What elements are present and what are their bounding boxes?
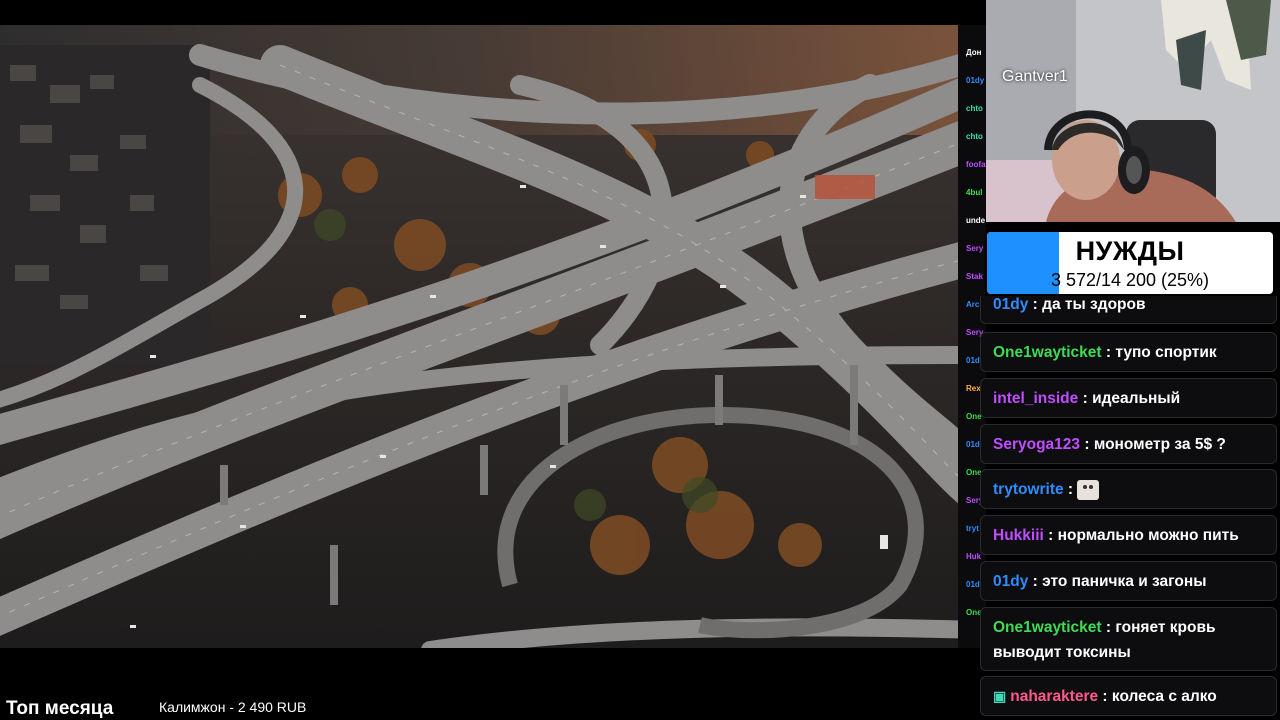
- underlay-chat-line: unde: [966, 216, 986, 225]
- chat-username: 01dy: [993, 573, 1029, 590]
- goal-progress-text: 3 572/14 200 (25%): [1050, 270, 1210, 290]
- donation-goal-widget: НУЖДЫ 3 572/14 200 (25%): [985, 230, 1275, 296]
- chat-text: нормально можно пить: [1057, 527, 1239, 544]
- underlay-chat-line: 01dy: [966, 76, 985, 85]
- chat-message: One1wayticket : гоняет кровь выводит ток…: [980, 607, 1277, 671]
- chat-text: гоняет кровь: [1115, 619, 1216, 636]
- chat-message: intel_inside : идеальный: [980, 378, 1277, 418]
- chat-text: колеса с алко: [1111, 688, 1217, 705]
- underlay-chat-line: 4bul: [966, 188, 983, 197]
- underlay-chat-line: chto: [966, 104, 983, 113]
- chat-overlay: 01dy : да ты здоров One1wayticket : тупо…: [980, 296, 1280, 720]
- chat-message: trytowrite :: [980, 469, 1277, 509]
- chat-message: Seryoga123 : монометр за 5$ ?: [980, 424, 1277, 464]
- underlay-chat-line: tryt: [966, 524, 979, 533]
- bottom-bar: Топ месяца Калимжон - 2 490 RUB: [0, 648, 980, 720]
- chat-username: trytowrite: [993, 481, 1064, 498]
- underlay-chat-line: foofa: [966, 160, 986, 169]
- highway-interchange-image: [0, 25, 958, 648]
- chat-text: это паничка и загоны: [1042, 573, 1207, 590]
- chat-message: One1wayticket : тупо спортик: [980, 332, 1277, 372]
- chat-username: One1wayticket: [993, 344, 1102, 361]
- chat-text: тупо спортик: [1115, 344, 1217, 361]
- underlay-chat-line: Sery: [966, 244, 984, 253]
- underlay-chat-line: Stak: [966, 272, 983, 281]
- streamer-name-overlay: Gantver1: [1002, 68, 1068, 85]
- webcam-feed: Gantver1: [986, 0, 1280, 222]
- webcam-scene: [986, 0, 1280, 222]
- top-month-title: Топ месяца: [6, 698, 114, 719]
- chat-username: Hukkiii: [993, 527, 1044, 544]
- chat-text-line2: выводит токсины: [993, 644, 1131, 661]
- chat-text: да ты здоров: [1042, 296, 1146, 313]
- chat-message: Hukkiii : нормально можно пить: [980, 515, 1277, 555]
- underlay-chat-line: Дон: [966, 48, 982, 57]
- chat-username: intel_inside: [993, 390, 1079, 407]
- chat-username: 01dy: [993, 296, 1029, 313]
- subscriber-badge-icon: ▣: [993, 688, 1007, 704]
- chat-message: ▣ naharaktere : колеса с алко: [980, 676, 1277, 716]
- top-donor: Калимжон - 2 490 RUB: [159, 699, 307, 715]
- chat-username: Seryoga123: [993, 436, 1081, 453]
- underlay-chat-line: chto: [966, 132, 983, 141]
- chat-message: 01dy : да ты здоров: [980, 296, 1277, 324]
- chat-username: One1wayticket: [993, 619, 1102, 636]
- chat-text: монометр за 5$ ?: [1093, 436, 1226, 453]
- goal-title: НУЖДЫ: [1075, 236, 1185, 266]
- cat-emote-icon: [1077, 479, 1100, 500]
- chat-username: naharaktere: [1010, 688, 1099, 705]
- chat-message: 01dy : это паничка и загоны: [980, 561, 1277, 601]
- stream-video-image: [0, 25, 958, 648]
- underlay-chat-line: Huk: [966, 552, 982, 561]
- chat-text: идеальный: [1092, 390, 1181, 407]
